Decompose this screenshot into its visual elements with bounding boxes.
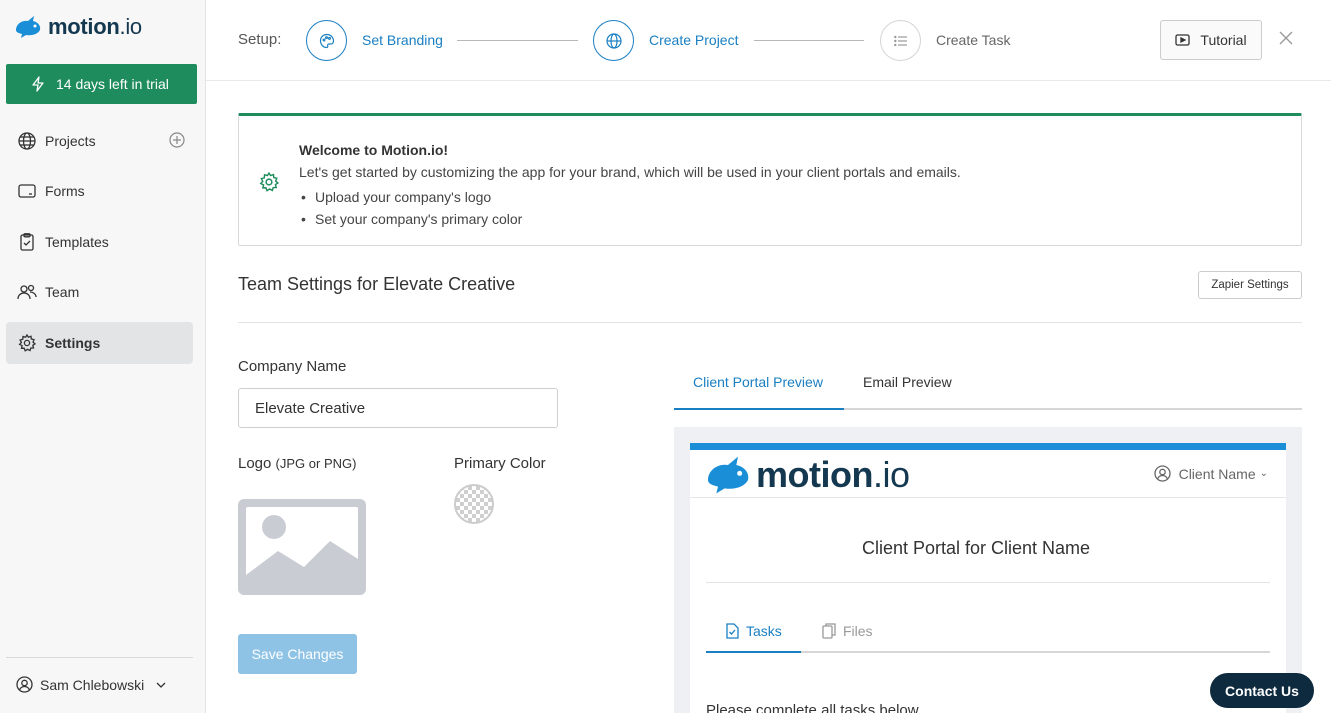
task-icon <box>726 623 739 639</box>
tab-tasks-label: Tasks <box>746 623 782 639</box>
company-name-label: Company Name <box>238 358 347 375</box>
step-label-create-project[interactable]: Create Project <box>649 32 738 48</box>
gear-icon <box>17 333 37 353</box>
portal-tabs: Tasks Files <box>706 617 1270 653</box>
active-tab-indicator <box>706 651 801 653</box>
sidebar-item-label: Settings <box>45 335 101 351</box>
portal-card: motion.io Client Name ⌄ Client Portal fo… <box>690 443 1286 713</box>
logo-upload[interactable] <box>238 499 366 595</box>
logo-name-suffix: .io <box>119 14 143 39</box>
welcome-list: Upload your company's logo Set your comp… <box>301 186 522 230</box>
user-icon <box>16 676 33 693</box>
contact-us-button[interactable]: Contact Us <box>1210 673 1314 708</box>
section-divider <box>238 322 1302 323</box>
user-menu[interactable]: Sam Chlebowski <box>16 676 166 693</box>
page-title: Team Settings for Elevate Creative <box>238 274 516 294</box>
portal-logo-name-suffix: .io <box>872 454 910 495</box>
video-icon <box>1175 34 1191 46</box>
client-portal-preview: motion.io Client Name ⌄ Client Portal fo… <box>674 427 1302 713</box>
step-label-create-task[interactable]: Create Task <box>936 32 1010 48</box>
portal-logo: motion.io <box>704 454 910 496</box>
app-logo[interactable]: motion.io <box>14 14 142 40</box>
logo-hint: (JPG or PNG) <box>275 456 357 471</box>
logo-label: Logo (JPG or PNG) <box>238 455 356 472</box>
save-changes-button[interactable]: Save Changes <box>238 634 357 674</box>
rabbit-logo-icon <box>704 455 752 495</box>
trial-banner[interactable]: 14 days left in trial <box>6 64 197 104</box>
tab-email-preview[interactable]: Email Preview <box>863 374 952 390</box>
portal-logo-name-bold: motion <box>756 454 873 495</box>
list-item: Set your company's primary color <box>301 208 522 230</box>
sidebar-item-label: Templates <box>45 234 109 250</box>
step-label-set-branding[interactable]: Set Branding <box>362 32 443 48</box>
sidebar: motion.io 14 days left in trial Projects… <box>0 0 206 713</box>
image-placeholder-icon <box>238 499 366 595</box>
primary-color-label: Primary Color <box>454 455 546 472</box>
setup-topbar: Setup: Set Branding Create Project Creat… <box>206 0 1331 81</box>
tasks-instructions: Please complete all tasks below <box>706 702 919 713</box>
sidebar-item-label: Projects <box>45 133 96 149</box>
tab-files-label: Files <box>843 623 873 639</box>
company-name-field[interactable] <box>238 388 558 428</box>
list-item: Upload your company's logo <box>301 186 522 208</box>
rabbit-logo-icon <box>14 15 42 39</box>
chevron-down-icon: ⌄ <box>1259 468 1268 479</box>
globe-icon <box>605 32 622 49</box>
user-name: Sam Chlebowski <box>40 676 145 693</box>
add-project-icon[interactable] <box>169 132 185 151</box>
welcome-text: Let's get started by customizing the app… <box>299 164 961 180</box>
portal-header: motion.io Client Name ⌄ <box>690 450 1286 498</box>
tab-tasks[interactable]: Tasks <box>726 623 782 639</box>
list-icon <box>893 35 908 47</box>
trial-text: 14 days left in trial <box>56 76 169 92</box>
client-name: Client Name <box>1178 465 1256 482</box>
tutorial-button[interactable]: Tutorial <box>1160 20 1262 60</box>
step-create-project-button[interactable] <box>593 20 634 61</box>
portal-title: Client Portal for Client Name <box>861 538 1091 558</box>
tutorial-label: Tutorial <box>1200 32 1247 48</box>
sidebar-item-forms[interactable]: Forms <box>6 170 193 212</box>
sidebar-item-team[interactable]: Team <box>6 271 193 313</box>
logo-name-bold: motion <box>48 14 120 39</box>
sidebar-item-label: Team <box>45 284 80 300</box>
sidebar-item-label: Forms <box>45 183 85 199</box>
sidebar-item-projects[interactable]: Projects <box>6 120 193 162</box>
client-name-menu[interactable]: Client Name ⌄ <box>1153 465 1268 482</box>
form-icon <box>17 181 37 201</box>
preview-tabs: Client Portal Preview Email Preview <box>674 360 1302 410</box>
globe-icon <box>17 131 37 151</box>
step-connector <box>754 40 864 41</box>
lightning-icon <box>32 76 44 92</box>
palette-icon <box>319 33 335 49</box>
setup-label: Setup: <box>238 31 282 48</box>
sidebar-divider <box>6 657 193 658</box>
portal-divider <box>706 582 1270 583</box>
active-tab-indicator <box>674 408 844 410</box>
step-connector <box>457 40 578 41</box>
clipboard-icon <box>17 232 37 252</box>
logo-label-text: Logo <box>238 455 272 472</box>
gear-icon <box>259 172 279 192</box>
tab-client-portal-preview[interactable]: Client Portal Preview <box>693 374 823 390</box>
step-create-task-button[interactable] <box>880 20 921 61</box>
welcome-title: Welcome to Motion.io! <box>299 142 449 158</box>
user-icon <box>1153 465 1171 482</box>
close-icon[interactable] <box>1278 30 1294 46</box>
team-icon <box>17 282 37 302</box>
welcome-banner: Welcome to Motion.io! Let's get started … <box>238 113 1302 246</box>
step-set-branding-button[interactable] <box>306 20 347 61</box>
zapier-settings-button[interactable]: Zapier Settings <box>1198 271 1302 299</box>
primary-color-picker[interactable] <box>454 484 494 524</box>
sidebar-item-settings[interactable]: Settings <box>6 322 193 364</box>
sidebar-item-templates[interactable]: Templates <box>6 221 193 263</box>
chevron-down-icon <box>156 682 166 688</box>
files-icon <box>822 623 836 639</box>
tab-files[interactable]: Files <box>822 623 873 639</box>
